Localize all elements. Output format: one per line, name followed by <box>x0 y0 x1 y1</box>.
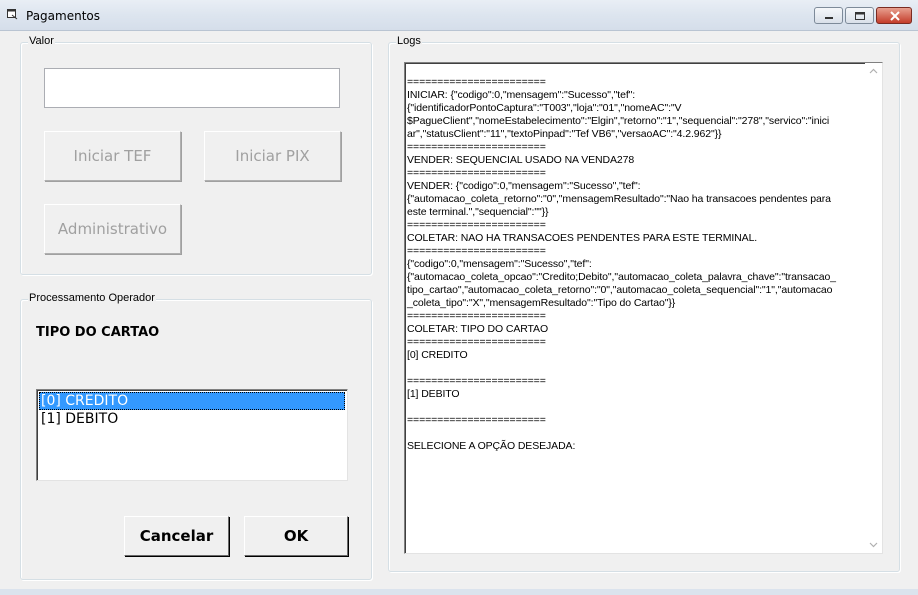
window-title: Pagamentos <box>26 9 100 23</box>
title-bar[interactable]: Pagamentos <box>0 0 918 31</box>
operator-prompt: TIPO DO CARTAO <box>36 325 160 340</box>
log-line: ======================= <box>407 336 546 348</box>
window-frame-bottom <box>0 589 918 595</box>
minimize-icon <box>825 17 833 19</box>
minimize-button[interactable] <box>814 7 843 24</box>
log-line: ======================= <box>407 375 546 387</box>
log-line: {"automacao_coleta_opcao":"Credito;Debit… <box>407 271 836 283</box>
log-line: ar","statusClient":"11","textoPinpad":"T… <box>407 128 722 140</box>
valor-input[interactable] <box>44 68 340 108</box>
log-line: ======================= <box>407 76 546 88</box>
processamento-group-label: Processamento Operador <box>28 292 156 304</box>
log-line: {"automacao_coleta_retorno":"0","mensage… <box>407 193 831 205</box>
administrativo-button[interactable]: Administrativo <box>44 204 181 254</box>
log-line: ======================= <box>407 167 546 179</box>
valor-group-label: Valor <box>28 35 55 47</box>
iniciar-pix-button[interactable]: Iniciar PIX <box>204 131 341 181</box>
log-line: {"identificadorPontoCaptura":"T003","loj… <box>407 102 682 114</box>
log-line: COLETAR: TIPO DO CARTAO <box>407 323 549 335</box>
log-line: ======================= <box>407 245 546 257</box>
log-line: ======================= <box>407 219 546 231</box>
log-line: tipo_cartao","automacao_coleta_retorno":… <box>407 284 833 296</box>
log-line: $PagueClient","nomeEstabelecimento":"Elg… <box>407 115 830 127</box>
options-listbox[interactable]: [0] CREDITO [1] DEBITO <box>36 389 348 481</box>
log-line: VENDER: {"codigo":0,"mensagem":"Sucesso"… <box>407 180 641 192</box>
close-button[interactable] <box>876 7 912 24</box>
log-line: VENDER: SEQUENCIAL USADO NA VENDA278 <box>407 154 635 166</box>
log-line: _coleta_tipo":"X","mensagemResultado":"T… <box>407 297 676 309</box>
maximize-button[interactable] <box>845 7 874 24</box>
log-line: SELECIONE A OPÇÃO DESEJADA: <box>407 440 576 452</box>
logs-group-label: Logs <box>396 35 422 47</box>
log-line: este terminal.","sequencial":""}} <box>407 206 549 218</box>
window-client-area: Valor Iniciar TEF Iniciar PIX Administra… <box>6 31 912 589</box>
cancel-button[interactable]: Cancelar <box>124 516 229 556</box>
log-line: ======================= <box>407 310 546 322</box>
window-app-icon[interactable] <box>7 9 18 20</box>
log-line: COLETAR: NAO HA TRANSACOES PENDENTES PAR… <box>407 232 758 244</box>
scroll-down-icon[interactable] <box>869 540 878 549</box>
logs-textbox[interactable]: ======================= INICIAR: {"codigo… <box>404 62 883 554</box>
log-line: INICIAR: {"codigo":0,"mensagem":"Sucesso… <box>407 89 636 101</box>
list-item[interactable]: [0] CREDITO <box>39 392 345 410</box>
log-line: {"codigo":0,"mensagem":"Sucesso","tef": <box>407 258 592 270</box>
ok-button[interactable]: OK <box>244 516 348 556</box>
list-item[interactable]: [1] DEBITO <box>39 410 345 428</box>
maximize-icon <box>855 12 865 20</box>
log-line: [1] DEBITO <box>407 388 460 400</box>
logs-scrollbar[interactable] <box>865 63 882 553</box>
log-line: ======================= <box>407 141 546 153</box>
log-line: [0] CREDITO <box>407 349 468 361</box>
logs-content: ======================= INICIAR: {"codigo… <box>407 76 865 453</box>
scroll-up-icon[interactable] <box>869 67 878 76</box>
close-icon <box>890 11 900 21</box>
iniciar-tef-button[interactable]: Iniciar TEF <box>44 131 181 181</box>
log-line: ======================= <box>407 414 546 426</box>
